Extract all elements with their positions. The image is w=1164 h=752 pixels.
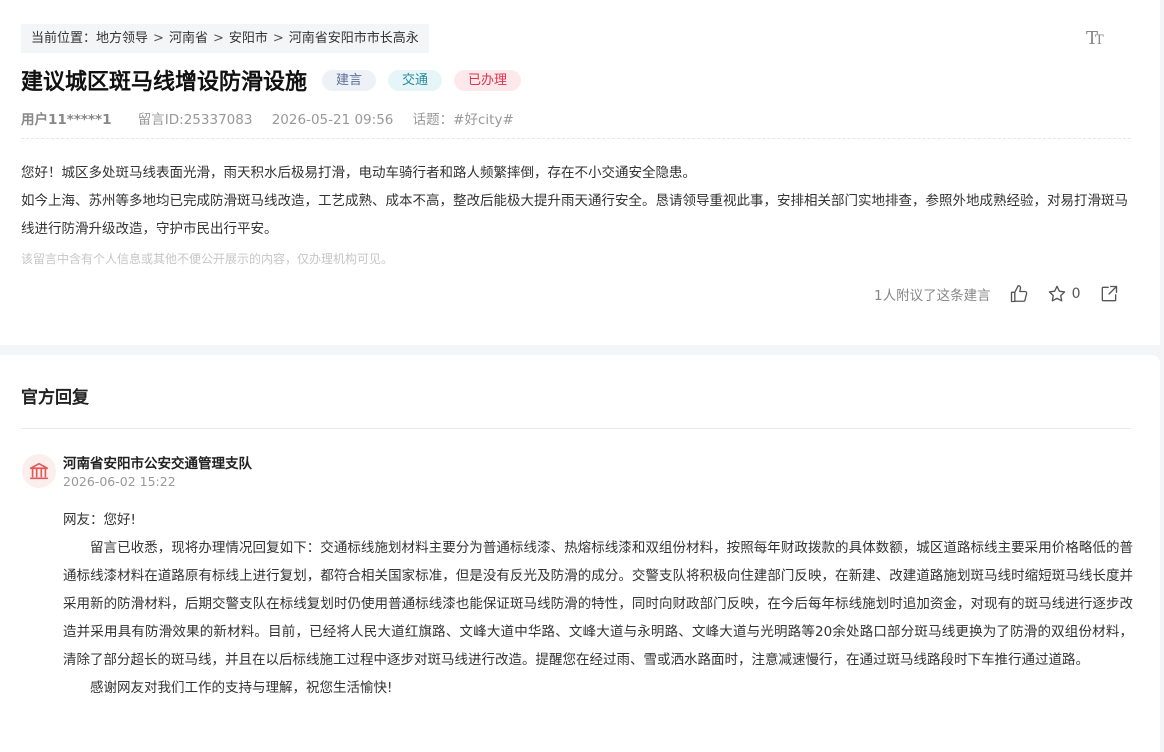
divider: [21, 428, 1131, 429]
breadcrumb-item-province[interactable]: 河南省: [169, 31, 208, 46]
post-author: 用户11*****1: [21, 112, 112, 128]
title-row: 建议城区斑马线增设防滑设施 建言 交通 已办理: [21, 64, 533, 96]
thumbs-up-icon: [1010, 285, 1027, 303]
section-title: 官方回复: [21, 388, 89, 408]
breadcrumb-item-local-leaders[interactable]: 地方领导: [96, 31, 148, 46]
message-id: 留言ID:25337083: [137, 112, 253, 128]
tag-suggestion: 建言: [322, 69, 377, 91]
avatar: [22, 454, 56, 488]
share-button[interactable]: [1099, 284, 1119, 304]
breadcrumb-separator: >: [272, 31, 284, 46]
post-paragraph: 您好！城区多处斑马线表面光滑，雨天积水后极易打滑，电动车骑行者和路人频繁摔倒，存…: [21, 165, 696, 181]
breadcrumb-item-mayor[interactable]: 河南省安阳市市长高永: [289, 31, 419, 46]
breadcrumb-item-city[interactable]: 安阳市: [229, 31, 268, 46]
post-meta: 用户11*****1 留言ID:25337083 2026-05-21 09:5…: [21, 110, 514, 130]
favorite-button[interactable]: 0: [1047, 284, 1081, 304]
breadcrumb-separator: >: [153, 31, 164, 46]
font-size-icon[interactable]: TT: [1086, 29, 1108, 49]
favorite-count: 0: [1071, 286, 1081, 302]
divider: [21, 138, 1131, 139]
agree-count-text: 1人附议了这条建言: [874, 288, 991, 304]
reply-greeting: 网友：您好!: [63, 512, 136, 528]
star-icon: [1048, 285, 1065, 302]
reply-content: 网友：您好! 留言已收悉，现将办理情况回复如下：交通标线施划材料主要分为普通标线…: [63, 506, 1133, 702]
post-datetime: 2026-05-21 09:56: [271, 112, 394, 128]
breadcrumb-prefix: 当前位置：: [31, 31, 97, 46]
tag-traffic: 交通: [388, 69, 443, 91]
government-building-icon: [29, 462, 49, 480]
like-button[interactable]: [1009, 284, 1029, 304]
font-size-icon-large: T: [1086, 28, 1098, 49]
reply-org-name: 河南省安阳市公安交通管理支队: [63, 456, 252, 472]
reply-closing: 感谢网友对我们工作的支持与理解，祝您生活愉快!: [90, 680, 393, 696]
topic-link[interactable]: #好city#: [453, 112, 514, 128]
breadcrumb: 当前位置：地方领导 > 河南省 > 安阳市 > 河南省安阳市市长高永: [21, 24, 429, 53]
reply-datetime: 2026-06-02 15:22: [63, 474, 176, 489]
share-icon: [1101, 285, 1117, 302]
post-actions: 1人附议了这条建言 0: [874, 283, 1119, 305]
page-title: 建议城区斑马线增设防滑设施: [21, 70, 308, 95]
privacy-notice: 该留言中含有个人信息或其他不便公开展示的内容，仅办理机构可见。: [21, 252, 394, 266]
topic-prefix: 话题：: [412, 112, 454, 128]
reply-paragraph: 留言已收悉，现将办理情况回复如下：交通标线施划材料主要分为普通标线漆、热熔标线漆…: [63, 540, 1133, 668]
post-paragraph: 如今上海、苏州等多地均已完成防滑斑马线改造，工艺成熟、成本不高，整改后能极大提升…: [21, 193, 1128, 237]
breadcrumb-separator: >: [212, 31, 224, 46]
font-size-icon-small: T: [1095, 33, 1104, 48]
post-content: 您好！城区多处斑马线表面光滑，雨天积水后极易打滑，电动车骑行者和路人频繁摔倒，存…: [21, 159, 1133, 243]
status-badge: 已办理: [454, 69, 522, 91]
